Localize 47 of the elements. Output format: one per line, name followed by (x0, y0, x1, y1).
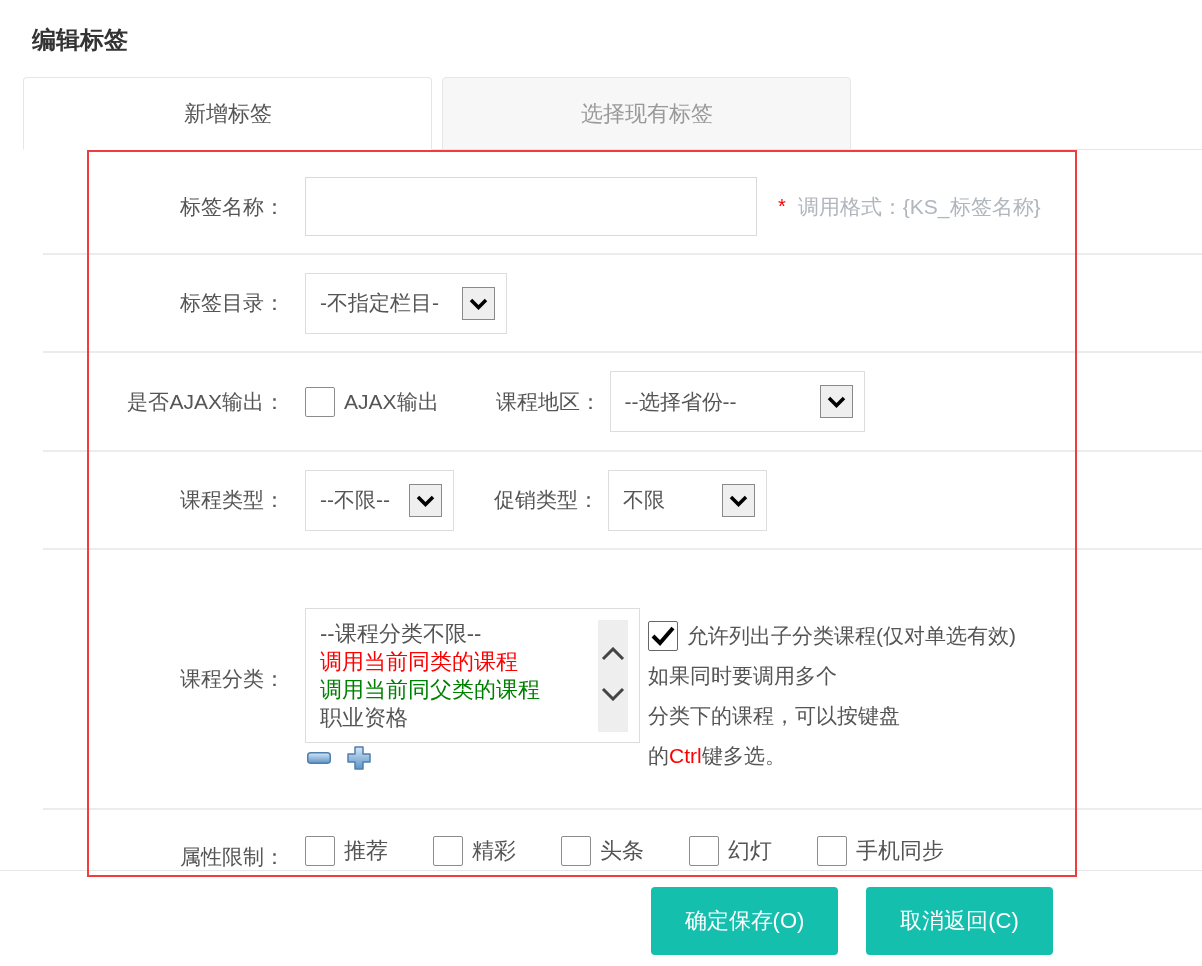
checkbox[interactable] (648, 621, 678, 651)
field-label: 是否AJAX输出： (126, 388, 285, 415)
field-label: 标签目录： (179, 290, 285, 316)
checkbox[interactable] (433, 836, 463, 866)
list-option[interactable]: 调用当前同类的课程 (320, 648, 598, 676)
plus-icon[interactable] (347, 746, 371, 770)
region-select[interactable]: --选择省份-- (609, 371, 865, 432)
checkbox[interactable] (561, 836, 591, 866)
page-title: 编辑标签 (31, 25, 129, 55)
chevron-down-icon (409, 483, 442, 517)
chevron-down-icon (722, 483, 755, 517)
field-label: 促销类型： (494, 487, 599, 513)
checkbox-label: 幻灯 (728, 837, 772, 865)
field-label: 标签名称： (179, 193, 285, 220)
checkmark-icon (651, 626, 675, 646)
promotion-select[interactable]: 不限 (608, 469, 767, 531)
field-label: 课程地区： (495, 388, 601, 415)
checkbox-label: 推荐 (344, 837, 388, 865)
checkbox-label: 允许列出子分类课程(仅对单选有效) (687, 623, 1016, 649)
tab[interactable]: 新增标签 (23, 77, 432, 150)
checkbox-label: 精彩 (472, 837, 516, 865)
hint-text: 如果同时要调用多个 分类下的课程，可以按键盘 的Ctrl键多选。 (648, 663, 901, 769)
checkbox[interactable] (689, 836, 719, 866)
chevron-up-icon[interactable] (601, 647, 625, 661)
checkbox-label: 头条 (600, 837, 644, 865)
list-option[interactable]: --课程分类不限-- (320, 620, 598, 648)
directory-select[interactable]: -不指定栏目- (305, 272, 507, 334)
checkbox[interactable] (305, 836, 335, 866)
required-mark: * (778, 195, 786, 218)
checkbox-label: AJAX输出 (344, 388, 439, 415)
list-option[interactable]: 职业资格 (320, 704, 598, 732)
field-label: 属性限制： (179, 844, 285, 870)
checkbox[interactable] (817, 836, 847, 866)
checkbox[interactable] (305, 386, 335, 417)
course-type-select[interactable]: --不限-- (305, 469, 454, 531)
field-label: 课程类型： (179, 487, 285, 513)
minus-icon[interactable] (307, 752, 331, 764)
scrollbar[interactable] (598, 620, 628, 732)
chevron-down-icon[interactable] (601, 687, 625, 701)
checkbox-label: 手机同步 (856, 837, 944, 865)
field-label: 课程分类： (179, 666, 285, 692)
input-field[interactable] (305, 177, 757, 236)
chevron-down-icon (462, 286, 495, 320)
list-option[interactable]: 调用当前同父类的课程 (320, 676, 598, 704)
chevron-down-icon (819, 385, 853, 418)
hint-text: 调用格式：{KS_标签名称} (797, 193, 1041, 221)
category-listbox[interactable]: --课程分类不限-- 调用当前同类的课程 调用当前同父类的课程 职业资格 (305, 608, 640, 743)
